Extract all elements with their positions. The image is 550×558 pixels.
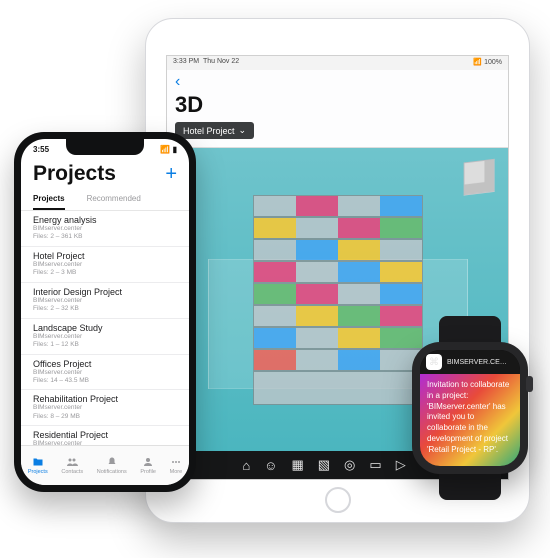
people-icon	[66, 456, 78, 468]
ipad-status-time: 3:33 PM	[173, 58, 199, 65]
tab-more-btn[interactable]: More	[170, 456, 183, 475]
grid-icon[interactable]: ▧	[318, 457, 330, 473]
iphone-status-time: 3:55	[33, 145, 49, 154]
list-item[interactable]: Energy analysisBIMserver.centerFiles: 2 …	[21, 211, 189, 247]
list-item[interactable]: Hotel ProjectBIMserver.centerFiles: 2 – …	[21, 247, 189, 283]
building-model	[253, 195, 423, 405]
ipad-status-date: Thu Nov 22	[203, 58, 239, 65]
folder-icon	[32, 456, 44, 468]
profile-icon	[142, 456, 154, 468]
watch-app-name: BIMSERVER.CE…	[447, 359, 507, 366]
tab-contacts-btn[interactable]: Contacts	[61, 456, 83, 475]
watch-notification[interactable]: Invitation to collaborate in a project: …	[420, 374, 520, 466]
tab-projects-btn[interactable]: Projects	[28, 456, 48, 475]
tab-profile-btn[interactable]: Profile	[140, 456, 156, 475]
list-item[interactable]: Residential ProjectBIMserver.centerFiles…	[21, 426, 189, 445]
tab-projects[interactable]: Projects	[33, 194, 65, 210]
iphone-notch	[66, 139, 144, 155]
back-button[interactable]: ‹	[175, 74, 500, 90]
ipad-header: ‹ 3D Hotel Project ⌄	[167, 70, 508, 148]
watch-app-header: ⌘ BIMSERVER.CE…	[420, 350, 520, 374]
bell-icon	[106, 456, 118, 468]
crop-icon[interactable]: ▭	[369, 457, 381, 473]
person-icon[interactable]: ☺	[264, 458, 277, 473]
iphone-status-right: 📶 ▮	[160, 145, 177, 154]
watch-device: ⌘ BIMSERVER.CE… Invitation to collaborat…	[400, 318, 540, 498]
camera-icon[interactable]: ◎	[344, 457, 355, 473]
list-item[interactable]: Interior Design ProjectBIMserver.centerF…	[21, 283, 189, 319]
ipad-home-button[interactable]	[325, 487, 351, 513]
watch-crown[interactable]	[526, 376, 533, 392]
ipad-status-battery: 100%	[484, 59, 502, 66]
layers-icon[interactable]: ▦	[291, 457, 303, 473]
ipad-status-bar: 3:33 PM Thu Nov 22 📶 100%	[167, 56, 508, 70]
iphone-screen: 3:55 📶 ▮ Projects + Projects Recommended…	[21, 139, 189, 485]
list-item[interactable]: Landscape StudyBIMserver.centerFiles: 1 …	[21, 319, 189, 355]
tab-recommended[interactable]: Recommended	[87, 194, 141, 210]
project-list[interactable]: Energy analysisBIMserver.centerFiles: 2 …	[21, 211, 189, 445]
project-pill-label: Hotel Project	[183, 126, 235, 136]
iphone-tabbar: Projects Contacts Notifications Profile …	[21, 445, 189, 485]
ipad-title: 3D	[175, 92, 500, 118]
iphone-device: 3:55 📶 ▮ Projects + Projects Recommended…	[14, 132, 196, 492]
orientation-cube[interactable]	[464, 159, 495, 196]
more-icon	[170, 456, 182, 468]
chevron-down-icon: ⌄	[239, 125, 247, 136]
project-selector[interactable]: Hotel Project ⌄	[175, 122, 254, 139]
app-logo-icon: ⌘	[426, 354, 442, 370]
watch-case: ⌘ BIMSERVER.CE… Invitation to collaborat…	[412, 342, 528, 474]
tab-notifications-btn[interactable]: Notifications	[97, 456, 127, 475]
watch-screen: ⌘ BIMSERVER.CE… Invitation to collaborat…	[420, 350, 520, 466]
home-icon[interactable]: ⌂	[242, 458, 250, 473]
list-item[interactable]: Rehabilitation ProjectBIMserver.centerFi…	[21, 390, 189, 426]
list-item[interactable]: Offices ProjectBIMserver.centerFiles: 14…	[21, 355, 189, 391]
iphone-title: Projects	[33, 162, 116, 186]
iphone-tabs: Projects Recommended	[21, 190, 189, 211]
add-project-button[interactable]: +	[165, 163, 177, 186]
